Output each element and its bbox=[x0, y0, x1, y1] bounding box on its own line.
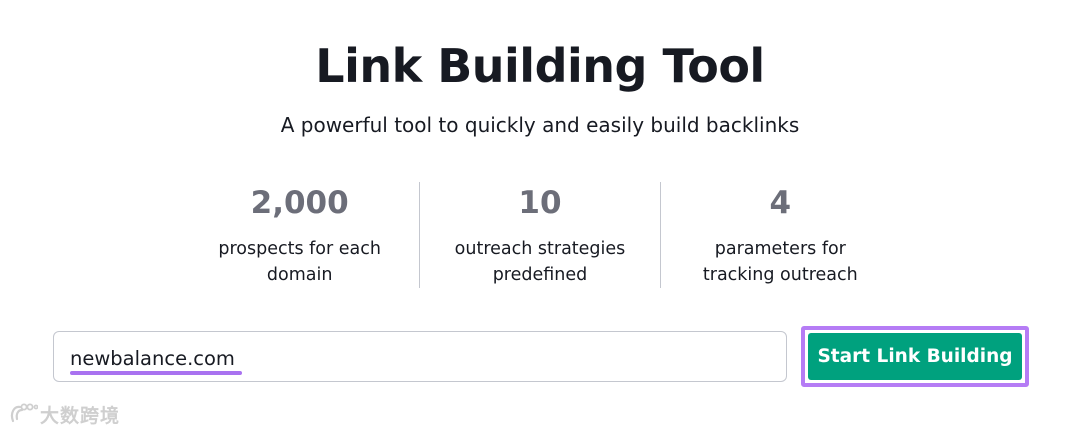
stat-label: parameters for tracking outreach bbox=[661, 236, 900, 288]
stat-strategies: 10 outreach strategies predefined bbox=[419, 182, 659, 288]
stat-label-line: predefined bbox=[492, 265, 588, 285]
stat-label: outreach strategies predefined bbox=[420, 236, 659, 288]
logo-icon bbox=[10, 403, 38, 423]
stat-label-line: parameters for bbox=[714, 239, 846, 259]
watermark: 大数跨境 bbox=[8, 398, 120, 430]
page-title: Link Building Tool bbox=[315, 39, 765, 93]
stat-parameters: 4 parameters for tracking outreach bbox=[659, 182, 900, 288]
domain-input[interactable] bbox=[70, 344, 670, 372]
stat-label-line: domain bbox=[266, 265, 333, 285]
start-button-highlight: Start Link Building bbox=[801, 326, 1029, 387]
stats-row: 2,000 prospects for each domain 10 outre… bbox=[180, 182, 900, 288]
stat-label-line: tracking outreach bbox=[702, 265, 858, 285]
watermark-text: 大数跨境 bbox=[40, 404, 121, 427]
stat-value: 4 bbox=[769, 185, 792, 221]
page-subtitle: A powerful tool to quickly and easily bu… bbox=[280, 113, 800, 137]
stat-label-line: outreach strategies bbox=[454, 239, 626, 259]
stat-value: 2,000 bbox=[250, 185, 349, 221]
stat-label-line: prospects for each bbox=[218, 239, 381, 259]
stat-value: 10 bbox=[518, 185, 562, 221]
domain-input-box[interactable] bbox=[53, 331, 787, 382]
stat-prospects: 2,000 prospects for each domain bbox=[180, 182, 419, 288]
stat-label: prospects for each domain bbox=[180, 236, 419, 288]
start-link-building-button[interactable]: Start Link Building bbox=[808, 333, 1022, 380]
input-highlight-underline bbox=[70, 371, 242, 375]
